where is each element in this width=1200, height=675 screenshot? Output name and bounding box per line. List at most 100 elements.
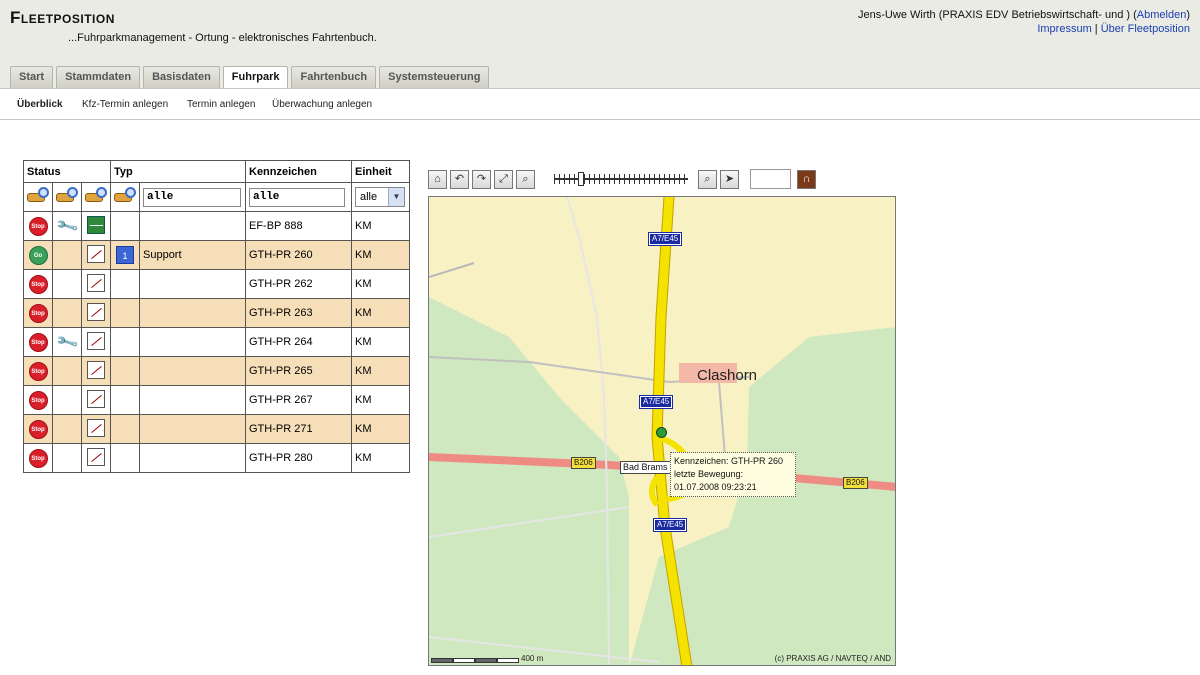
- kennzeichen-cell[interactable]: GTH-PR 267: [245, 385, 352, 415]
- home-icon[interactable]: ⌂: [428, 169, 447, 189]
- about-link[interactable]: Über Fleetposition: [1101, 23, 1190, 35]
- app-title: Fleetposition: [10, 8, 115, 27]
- user-line: Jens-Uwe Wirth (PRAXIS EDV Betriebswirts…: [858, 9, 1190, 21]
- service-filter-icon[interactable]: [56, 186, 78, 205]
- typ-cell: Support: [139, 240, 246, 270]
- kennzeichen-cell[interactable]: GTH-PR 271: [245, 414, 352, 444]
- zoom-slider[interactable]: [554, 172, 688, 186]
- device-icon[interactable]: [87, 360, 105, 379]
- kennzeichen-cell[interactable]: EF-BP 888: [245, 211, 352, 241]
- vehicle-marker[interactable]: [656, 427, 667, 438]
- subnav-ueberblick[interactable]: Überblick: [17, 99, 63, 110]
- kennzeichen-cell[interactable]: GTH-PR 280: [245, 443, 352, 473]
- status-stop-icon[interactable]: Stop: [28, 448, 48, 468]
- table-row[interactable]: Stop GTH-PR 263 KM: [23, 298, 410, 328]
- vehicle-popup: Kennzeichen: GTH-PR 260 letzte Bewegung:…: [670, 452, 796, 497]
- kennzeichen-filter-input[interactable]: [249, 187, 345, 207]
- type-filter-icon[interactable]: [114, 186, 136, 205]
- minor-road: [718, 381, 726, 458]
- num-cell: [110, 443, 140, 473]
- forward-icon[interactable]: ↷: [472, 169, 491, 189]
- status-go-icon[interactable]: Go: [28, 245, 48, 265]
- tab-fuhrpark[interactable]: Fuhrpark: [222, 66, 289, 89]
- tunnel-icon[interactable]: ∩: [797, 169, 816, 189]
- zoom-in-icon[interactable]: ⌕: [516, 169, 535, 189]
- kennzeichen-cell[interactable]: GTH-PR 263: [245, 298, 352, 328]
- status-cell: Stop: [23, 298, 53, 328]
- table-row[interactable]: Stop 🔧 EF-BP 888 KM: [23, 211, 410, 241]
- table-row[interactable]: Stop 🔧 GTH-PR 264 KM: [23, 327, 410, 357]
- kennzeichen-cell[interactable]: GTH-PR 260: [245, 240, 352, 270]
- tab-systemsteuerung[interactable]: Systemsteuerung: [379, 66, 490, 88]
- subnav-termin[interactable]: Termin anlegen: [187, 99, 255, 110]
- status-stop-icon[interactable]: Stop: [28, 419, 48, 439]
- tab-start[interactable]: Start: [10, 66, 54, 88]
- header-kennzeichen[interactable]: Kennzeichen: [245, 160, 352, 183]
- subnav-kfz-termin[interactable]: Kfz-Termin anlegen: [82, 99, 168, 110]
- impressum-link[interactable]: Impressum: [1037, 23, 1091, 35]
- header-einheit[interactable]: Einheit: [351, 160, 410, 183]
- status-stop-icon[interactable]: Stop: [28, 361, 48, 381]
- num-cell: [110, 356, 140, 386]
- kennzeichen-cell[interactable]: GTH-PR 264: [245, 327, 352, 357]
- table-row[interactable]: Stop GTH-PR 271 KM: [23, 414, 410, 444]
- filter-cell: alle ▼: [351, 182, 410, 212]
- popup-bewegung-time: 01.07.2008 09:23:21: [674, 482, 757, 492]
- scale-input[interactable]: [750, 169, 791, 189]
- table-row[interactable]: Stop GTH-PR 280 KM: [23, 443, 410, 473]
- kennzeichen-cell[interactable]: GTH-PR 265: [245, 356, 352, 386]
- typ-filter-input[interactable]: [143, 187, 241, 207]
- table-row[interactable]: Stop GTH-PR 267 KM: [23, 385, 410, 415]
- device-icon[interactable]: [87, 418, 105, 437]
- typ-cell: [139, 211, 246, 241]
- device-icon[interactable]: [87, 389, 105, 408]
- kennzeichen-cell[interactable]: GTH-PR 262: [245, 269, 352, 299]
- tab-stammdaten[interactable]: Stammdaten: [56, 66, 141, 88]
- typ-cell: [139, 385, 246, 415]
- device-cell: [81, 211, 111, 241]
- device-filter-icon[interactable]: [85, 186, 107, 205]
- tab-fahrtenbuch[interactable]: Fahrtenbuch: [291, 66, 377, 88]
- status-stop-icon[interactable]: Stop: [28, 216, 48, 236]
- wrench-icon[interactable]: 🔧: [54, 330, 80, 354]
- table-row[interactable]: Stop GTH-PR 262 KM: [23, 269, 410, 299]
- table-row[interactable]: Stop GTH-PR 265 KM: [23, 356, 410, 386]
- device-icon[interactable]: [87, 331, 105, 350]
- scale-label: 400 m: [521, 654, 544, 663]
- einheit-select-value: alle: [360, 191, 378, 203]
- device-icon[interactable]: [87, 302, 105, 321]
- device-icon[interactable]: [87, 244, 105, 263]
- service-cell: 🔧: [52, 327, 82, 357]
- service-cell: [52, 385, 82, 415]
- status-stop-icon[interactable]: Stop: [28, 303, 48, 323]
- einheit-select[interactable]: alle ▼: [355, 187, 405, 207]
- locate-icon[interactable]: ➤: [720, 169, 739, 189]
- back-icon[interactable]: ↶: [450, 169, 469, 189]
- fullscreen-icon[interactable]: ⤢: [494, 169, 513, 189]
- status-stop-icon[interactable]: Stop: [28, 390, 48, 410]
- device-icon[interactable]: [87, 215, 105, 234]
- device-icon[interactable]: [87, 447, 105, 466]
- road-label-b206: B206: [843, 477, 868, 489]
- group-badge[interactable]: 1: [116, 246, 134, 264]
- zoom-slider-knob[interactable]: [578, 172, 584, 186]
- chevron-down-icon[interactable]: ▼: [388, 188, 404, 206]
- status-filter-icon[interactable]: [27, 186, 49, 205]
- status-stop-icon[interactable]: Stop: [28, 332, 48, 352]
- device-cell: [81, 443, 111, 473]
- logout-link[interactable]: Abmelden: [1137, 9, 1187, 21]
- main-tabs: Start Stammdaten Basisdaten Fuhrpark Fah…: [10, 66, 492, 89]
- sub-navigation: Überblick Kfz-Termin anlegen Termin anle…: [0, 88, 1200, 120]
- wrench-icon[interactable]: 🔧: [54, 214, 80, 238]
- tab-basisdaten[interactable]: Basisdaten: [143, 66, 220, 88]
- subnav-ueberwachung[interactable]: Überwachung anlegen: [272, 99, 372, 110]
- map-view[interactable]: A7/E45 A7/E45 A7/E45 B206 B206 Bad Brams…: [428, 196, 896, 666]
- service-cell: 🔧: [52, 211, 82, 241]
- zoom-out-icon[interactable]: ⌕: [698, 169, 717, 189]
- header-typ[interactable]: Typ: [110, 160, 246, 183]
- header-status[interactable]: Status: [23, 160, 111, 183]
- road-label-b206: B206: [571, 457, 596, 469]
- device-icon[interactable]: [87, 273, 105, 292]
- status-stop-icon[interactable]: Stop: [28, 274, 48, 294]
- table-row[interactable]: Go 1 Support GTH-PR 260 KM: [23, 240, 410, 270]
